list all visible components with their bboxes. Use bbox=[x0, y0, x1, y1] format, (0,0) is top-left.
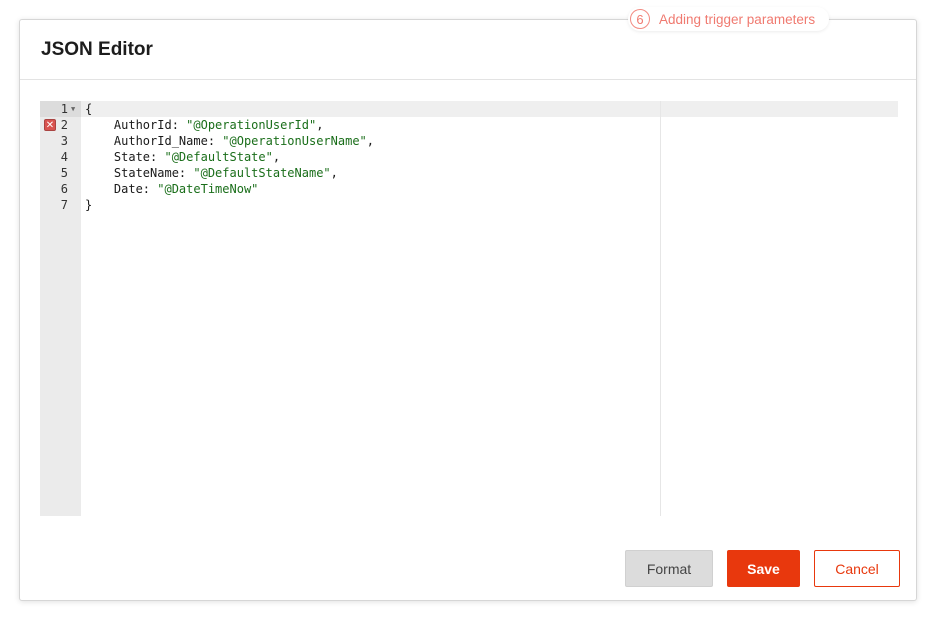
json-editor-dialog: JSON Editor 1 ▼ {✕ 2 AuthorId: "@OperationU… bbox=[19, 19, 917, 601]
code-line[interactable]: 5 StateName: "@DefaultStateName", bbox=[40, 165, 898, 181]
plain-token: , bbox=[272, 150, 281, 164]
code-text: StateName: "@DefaultStateName", bbox=[85, 165, 338, 181]
string-token: "@OperationUserName" bbox=[222, 134, 367, 148]
stage: 6 Adding trigger parameters JSON Editor … bbox=[0, 0, 943, 627]
line-number: 6 bbox=[60, 182, 68, 196]
plain-token: AuthorId: bbox=[85, 118, 187, 132]
string-token: "@DefaultStateName" bbox=[193, 166, 331, 180]
dialog-footer: Format Save Cancel bbox=[625, 550, 900, 587]
code-text: { bbox=[85, 101, 92, 117]
plain-token: } bbox=[85, 198, 93, 212]
fold-arrow-icon[interactable]: ▼ bbox=[71, 101, 75, 117]
cancel-button[interactable]: Cancel bbox=[814, 550, 900, 587]
string-token: "@DateTimeNow" bbox=[157, 182, 259, 196]
step-callout-text: Adding trigger parameters bbox=[659, 11, 816, 27]
plain-token: , bbox=[316, 118, 324, 132]
format-button[interactable]: Format bbox=[625, 550, 713, 587]
plain-token: StateName: bbox=[85, 166, 194, 180]
code-text: AuthorId_Name: "@OperationUserName", bbox=[85, 133, 374, 149]
code-text: Date: "@DateTimeNow" bbox=[85, 181, 259, 197]
line-number: 5 bbox=[60, 166, 68, 180]
code-line[interactable]: ✕ 2 AuthorId: "@OperationUserId", bbox=[40, 117, 898, 133]
code-line[interactable]: 6 Date: "@DateTimeNow" bbox=[40, 181, 898, 197]
string-token: "@DefaultState" bbox=[164, 150, 273, 164]
code-text: } bbox=[85, 197, 92, 213]
dialog-title: JSON Editor bbox=[41, 38, 153, 60]
code-editor[interactable]: 1 ▼ {✕ 2 AuthorId: "@OperationUserId", 3 Aut… bbox=[40, 101, 898, 516]
plain-token: { bbox=[85, 102, 93, 116]
line-number: 1 bbox=[60, 102, 68, 116]
plain-token: , bbox=[330, 166, 338, 180]
code-text: AuthorId: "@OperationUserId", bbox=[85, 117, 324, 133]
plain-token: State: bbox=[85, 150, 165, 164]
code-line[interactable]: 1 ▼ { bbox=[40, 101, 898, 117]
code-line[interactable]: 7} bbox=[40, 197, 898, 213]
code-line[interactable]: 4 State: "@DefaultState", bbox=[40, 149, 898, 165]
plain-token: AuthorId_Name: bbox=[85, 134, 223, 148]
step-number-badge: 6 bbox=[630, 9, 650, 29]
line-number: 3 bbox=[60, 134, 68, 148]
plain-token: , bbox=[366, 134, 375, 148]
save-button[interactable]: Save bbox=[727, 550, 800, 587]
code-line[interactable]: 3 AuthorId_Name: "@OperationUserName", bbox=[40, 133, 898, 149]
line-number: 4 bbox=[60, 150, 68, 164]
code-text: State: "@DefaultState", bbox=[85, 149, 280, 165]
step-callout: 6 Adding trigger parameters bbox=[628, 7, 830, 31]
plain-token: Date: bbox=[85, 182, 158, 196]
string-token: "@OperationUserId" bbox=[186, 118, 317, 132]
line-number: 7 bbox=[60, 198, 68, 212]
line-number: 2 bbox=[60, 118, 68, 132]
